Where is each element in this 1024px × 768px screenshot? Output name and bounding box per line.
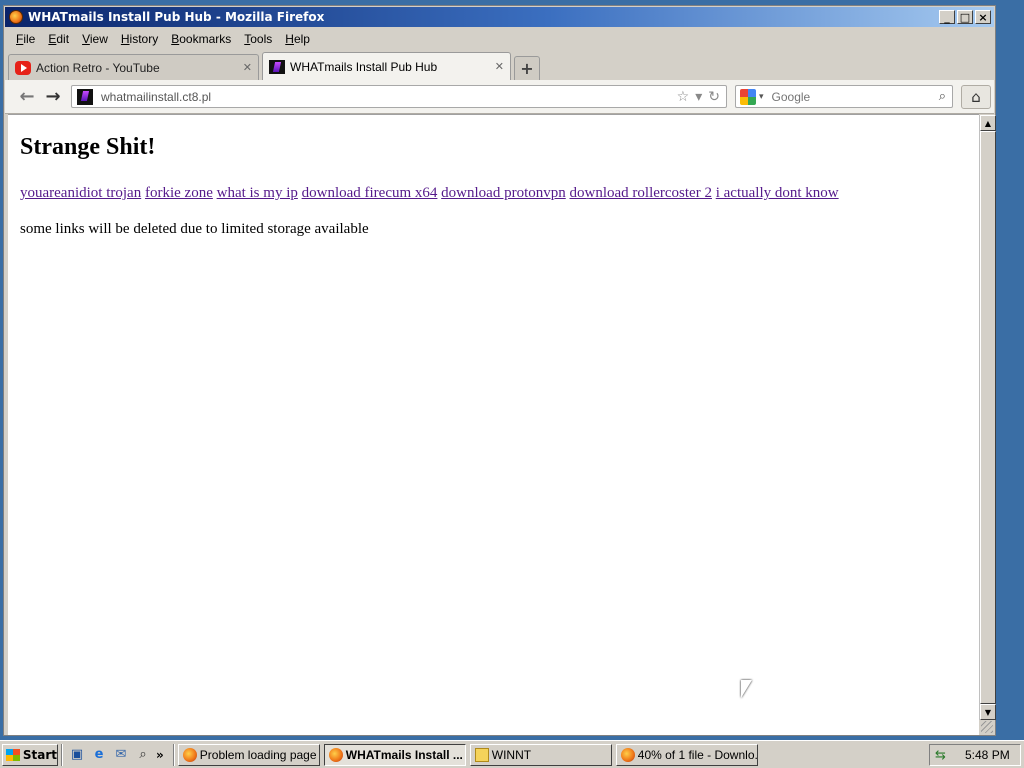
link-download-protonvpn[interactable]: download protonvpn [441, 185, 566, 201]
firefox-icon [620, 747, 635, 762]
task-label: WINNT [491, 747, 532, 762]
task-problem-loading[interactable]: Problem loading page ... [177, 743, 320, 766]
task-label: WHATmails Install ... [345, 747, 463, 762]
minimize-button[interactable]: _ [939, 10, 955, 24]
site-identity-icon[interactable] [77, 88, 93, 105]
menu-tools[interactable]: Tools [244, 32, 272, 46]
back-button[interactable]: ← [15, 85, 39, 109]
url-bar[interactable]: whatmailinstall.ct8.pl ☆ ▾ ↻ [71, 85, 727, 108]
scroll-up-button[interactable]: ▲ [980, 115, 996, 131]
menu-bookmarks[interactable]: Bookmarks [171, 32, 231, 46]
link-forkie-zone[interactable]: forkie zone [145, 185, 213, 201]
show-desktop-icon[interactable]: ▣ [68, 746, 86, 764]
windows-logo-icon [6, 748, 20, 761]
link-download-firecum[interactable]: download firecum x64 [302, 185, 438, 201]
link-list: youareanidiot trojan forkie zone what is… [20, 185, 839, 202]
site-icon [269, 59, 285, 74]
menu-bar: File Edit View History Bookmarks Tools H… [5, 29, 994, 49]
storage-note: some links will be deleted due to limite… [20, 221, 369, 237]
search-bar[interactable]: ▾ ⌕ [735, 85, 953, 108]
maximize-button[interactable]: □ [957, 10, 973, 24]
task-label: Problem loading page ... [199, 747, 320, 762]
engine-dropdown-icon[interactable]: ▾ [759, 92, 764, 102]
menu-edit[interactable]: Edit [48, 32, 69, 46]
title-bar[interactable]: WHATmails Install Pub Hub - Mozilla Fire… [5, 7, 994, 27]
page-content: Strange Shit! youareanidiot trojan forki… [8, 114, 979, 735]
mouse-cursor-icon [741, 680, 752, 698]
firefox-icon [328, 747, 343, 762]
link-i-actually-dont-know[interactable]: i actually dont know [716, 185, 839, 201]
firefox-window: WHATmails Install Pub Hub - Mozilla Fire… [3, 5, 996, 736]
new-tab-button[interactable]: + [514, 56, 540, 80]
task-whatmails[interactable]: WHATmails Install ... [323, 743, 466, 766]
history-dropdown-icon[interactable]: ▾ [695, 89, 702, 105]
resize-grip[interactable] [981, 721, 993, 733]
search-icon[interactable]: ⌕ [939, 89, 946, 104]
tab-label: WHATmails Install Pub Hub [290, 59, 438, 74]
task-winnt[interactable]: WINNT [469, 743, 612, 766]
scroll-down-button[interactable]: ▼ [980, 704, 996, 720]
navigation-bar: ← → whatmailinstall.ct8.pl ☆ ▾ ↻ ▾ ⌕ ⌂ [5, 80, 994, 114]
folder-icon [474, 747, 489, 762]
taskbar: Start ▣ e ✉ ⌕ » Problem loading page ...… [0, 740, 1024, 768]
reload-icon[interactable]: ↻ [708, 89, 720, 105]
task-label: 40% of 1 file - Downlo... [637, 747, 758, 762]
start-label: Start [22, 747, 57, 762]
bookmark-star-icon[interactable]: ☆ [677, 89, 690, 105]
home-button[interactable]: ⌂ [961, 84, 991, 109]
url-text[interactable]: whatmailinstall.ct8.pl [101, 90, 677, 104]
tab-close-icon[interactable]: ✕ [495, 60, 504, 73]
firefox-icon [182, 747, 197, 762]
menu-view[interactable]: View [82, 32, 108, 46]
google-engine-icon[interactable] [740, 88, 756, 105]
link-youareanidiot[interactable]: youareanidiot trojan [20, 185, 141, 201]
search-files-icon[interactable]: ⌕ [134, 746, 152, 764]
link-download-rollercoster[interactable]: download rollercoster 2 [570, 185, 712, 201]
menu-help[interactable]: Help [285, 32, 310, 46]
close-button[interactable]: × [975, 10, 991, 24]
window-title: WHATmails Install Pub Hub - Mozilla Fire… [28, 10, 325, 24]
tab-strip: Action Retro - YouTube ✕ WHATmails Insta… [5, 52, 994, 80]
search-input[interactable] [769, 88, 939, 105]
page-heading: Strange Shit! [20, 134, 156, 160]
firefox-icon [9, 10, 23, 24]
internet-explorer-icon[interactable]: e [90, 746, 108, 764]
taskbar-separator [61, 743, 63, 766]
youtube-icon [15, 60, 31, 75]
forward-button[interactable]: → [41, 85, 65, 109]
link-what-is-my-ip[interactable]: what is my ip [217, 185, 298, 201]
clock[interactable]: 5:48 PM [965, 748, 1010, 762]
task-downloads[interactable]: 40% of 1 file - Downlo... [615, 743, 758, 766]
vertical-scrollbar[interactable]: ▲ ▼ [979, 115, 996, 720]
taskbar-separator [172, 743, 175, 766]
quick-launch-more-icon[interactable]: » [156, 748, 164, 762]
menu-history[interactable]: History [121, 32, 158, 46]
menu-file[interactable]: File [16, 32, 35, 46]
tab-whatmails[interactable]: WHATmails Install Pub Hub ✕ [262, 52, 511, 80]
outlook-express-icon[interactable]: ✉ [112, 746, 130, 764]
tab-close-icon[interactable]: ✕ [243, 61, 252, 74]
network-icon[interactable]: ⇆ [935, 748, 951, 763]
tab-action-retro[interactable]: Action Retro - YouTube ✕ [8, 54, 259, 80]
start-button[interactable]: Start [2, 743, 58, 766]
scroll-thumb[interactable] [980, 131, 996, 704]
system-tray: ⇆ 5:48 PM [929, 744, 1021, 766]
tab-label: Action Retro - YouTube [36, 60, 160, 75]
